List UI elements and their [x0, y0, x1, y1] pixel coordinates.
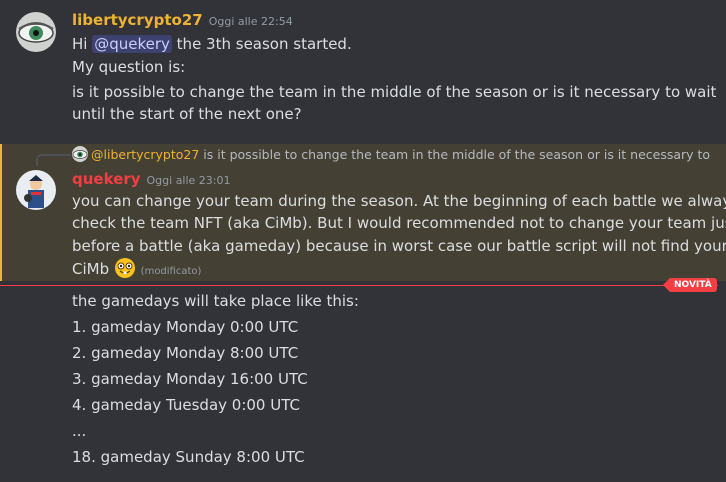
username-libertycrypto27[interactable]: libertycrypto27: [72, 11, 203, 29]
message-text-line: Hi @quekery the 3th season started.: [72, 33, 352, 55]
text: the 3th season started.: [171, 35, 352, 53]
reply-author[interactable]: @libertycrypto27: [91, 147, 199, 162]
message-text-line: is it possible to change the team in the…: [72, 83, 717, 101]
message-text-line: check the team NFT (aka CiMb). But I wou…: [72, 214, 726, 232]
eye-avatar-icon: [16, 12, 56, 52]
new-messages-badge: NOVITÀ: [663, 278, 717, 292]
text: Hi: [72, 35, 93, 53]
message-text-line: CiMb (modificato): [72, 257, 201, 283]
list-item: the gamedays will take place like this:: [72, 292, 359, 310]
character-avatar-icon: [16, 170, 56, 210]
reply-spine: [36, 154, 71, 166]
message-text-line: you can change your team during the seas…: [72, 192, 726, 210]
message-text-line: My question is:: [72, 58, 186, 76]
text: CiMb: [72, 260, 110, 278]
timestamp: Oggi alle 23:01: [146, 174, 231, 187]
avatar-libertycrypto27[interactable]: [16, 12, 56, 52]
message-text-line: until the start of the next one?: [72, 105, 302, 123]
reply-preview[interactable]: @libertycrypto27 is it possible to chang…: [72, 145, 710, 165]
message-text-line: before a battle (aka gameday) because in…: [72, 237, 726, 255]
mention-quekery[interactable]: @quekery: [92, 35, 172, 53]
timestamp: Oggi alle 22:54: [208, 15, 293, 28]
list-item: 18. gameday Sunday 8:00 UTC: [72, 448, 305, 466]
username-quekery[interactable]: quekery: [72, 170, 141, 188]
new-messages-divider: [0, 285, 718, 286]
nerd-face-emoji-icon: [114, 257, 136, 279]
list-item: 3. gameday Monday 16:00 UTC: [72, 370, 308, 388]
list-item: 2. gameday Monday 8:00 UTC: [72, 344, 299, 362]
avatar-quekery[interactable]: [16, 170, 56, 210]
list-item: 4. gameday Tuesday 0:00 UTC: [72, 396, 300, 414]
reply-text: is it possible to change the team in the…: [203, 147, 711, 162]
reply-avatar-icon: [72, 146, 88, 162]
edited-label: (modificato): [140, 266, 202, 277]
list-item: 1. gameday Monday 0:00 UTC: [72, 318, 299, 336]
list-item: ...: [72, 422, 87, 440]
